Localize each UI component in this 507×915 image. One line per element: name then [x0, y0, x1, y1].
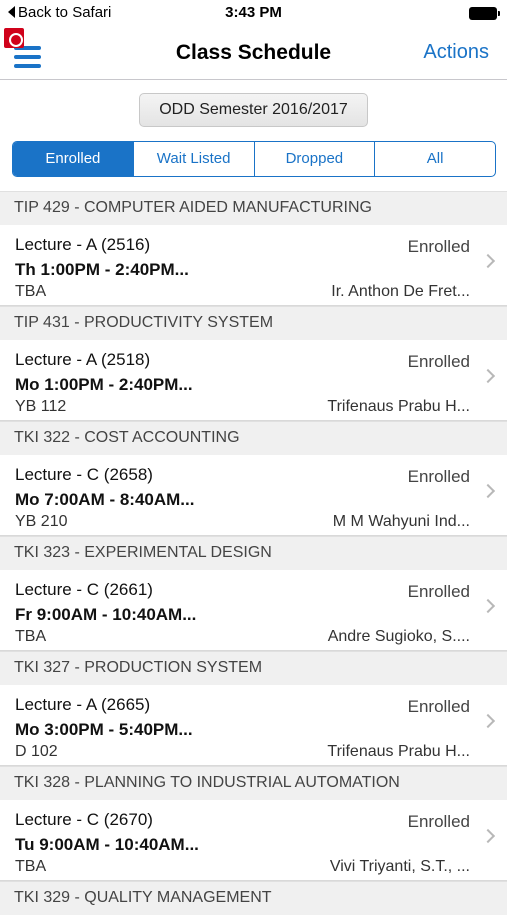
class-room: TBA [15, 858, 47, 875]
instructor-name: M M Wahyuni Ind... [332, 513, 470, 530]
class-row[interactable]: Lecture - C (2661) Fr 9:00AM - 10:40AM..… [0, 570, 507, 651]
actions-button[interactable]: Actions [423, 41, 489, 64]
semester-selector[interactable]: ODD Semester 2016/2017 [139, 93, 368, 127]
instructor-name: Vivi Triyanti, S.T., ... [329, 858, 470, 875]
course-header: TKI 329 - QUALITY MANAGEMENT [0, 881, 507, 915]
class-row[interactable]: Lecture - A (2516) Th 1:00PM - 2:40PM...… [0, 225, 507, 306]
class-section: Lecture - A (2665) [15, 695, 151, 714]
course-header: TIP 429 - COMPUTER AIDED MANUFACTURING [0, 191, 507, 225]
tab-wait-listed[interactable]: Wait Listed [134, 142, 255, 176]
class-room: TBA [15, 283, 47, 300]
class-room: YB 210 [15, 513, 68, 530]
enrollment-status: Enrolled [407, 697, 470, 716]
enrollment-status: Enrolled [407, 237, 470, 256]
chevron-right-icon [480, 253, 496, 269]
course-header: TKI 327 - PRODUCTION SYSTEM [0, 651, 507, 685]
class-section: Lecture - A (2518) [15, 350, 151, 369]
class-section: Lecture - C (2658) [15, 465, 153, 484]
enrollment-status: Enrolled [407, 812, 470, 831]
class-section: Lecture - C (2661) [15, 580, 153, 599]
class-time: Th 1:00PM - 2:40PM... [15, 260, 189, 279]
class-section: Lecture - C (2670) [15, 810, 153, 829]
class-section: Lecture - A (2516) [15, 235, 151, 254]
class-room: TBA [15, 628, 47, 645]
status-time: 3:43 PM [225, 4, 282, 21]
instructor-name: Ir. Anthon De Fret... [331, 283, 470, 300]
chevron-right-icon [480, 368, 496, 384]
chevron-right-icon [480, 483, 496, 499]
instructor-name: Trifenaus Prabu H... [327, 743, 470, 760]
class-room: YB 112 [15, 398, 67, 415]
enrollment-status: Enrolled [407, 582, 470, 601]
enrollment-status: Enrolled [407, 352, 470, 371]
class-row[interactable]: Lecture - C (2658) Mo 7:00AM - 8:40AM...… [0, 455, 507, 536]
battery-icon [469, 7, 500, 20]
class-list: TIP 429 - COMPUTER AIDED MANUFACTURING L… [0, 191, 507, 915]
status-bar: Back to Safari 3:43 PM [0, 0, 507, 28]
tab-dropped[interactable]: Dropped [255, 142, 376, 176]
course-header: TIP 431 - PRODUCTIVITY SYSTEM [0, 306, 507, 340]
tab-all[interactable]: All [375, 142, 495, 176]
class-room: D 102 [15, 743, 58, 760]
course-header: TKI 323 - EXPERIMENTAL DESIGN [0, 536, 507, 570]
chevron-right-icon [480, 828, 496, 844]
class-row[interactable]: Lecture - A (2665) Mo 3:00PM - 5:40PM...… [0, 685, 507, 766]
class-time: Mo 7:00AM - 8:40AM... [15, 490, 195, 509]
course-header: TKI 328 - PLANNING TO INDUSTRIAL AUTOMAT… [0, 766, 507, 800]
enrollment-status: Enrolled [407, 467, 470, 486]
class-time: Tu 9:00AM - 10:40AM... [15, 835, 199, 854]
instructor-name: Trifenaus Prabu H... [327, 398, 470, 415]
instructor-name: Andre Sugioko, S.... [327, 628, 470, 645]
class-time: Mo 1:00PM - 2:40PM... [15, 375, 193, 394]
class-row[interactable]: Lecture - A (2518) Mo 1:00PM - 2:40PM...… [0, 340, 507, 421]
chevron-right-icon [480, 598, 496, 614]
status-filter-tabs: Enrolled Wait Listed Dropped All [12, 141, 496, 177]
navigation-bar: Class Schedule Actions [0, 28, 507, 80]
chevron-right-icon [480, 713, 496, 729]
class-row[interactable]: Lecture - C (2670) Tu 9:00AM - 10:40AM..… [0, 800, 507, 881]
class-time: Fr 9:00AM - 10:40AM... [15, 605, 197, 624]
class-time: Mo 3:00PM - 5:40PM... [15, 720, 193, 739]
course-header: TKI 322 - COST ACCOUNTING [0, 421, 507, 455]
tab-enrolled[interactable]: Enrolled [13, 142, 134, 176]
